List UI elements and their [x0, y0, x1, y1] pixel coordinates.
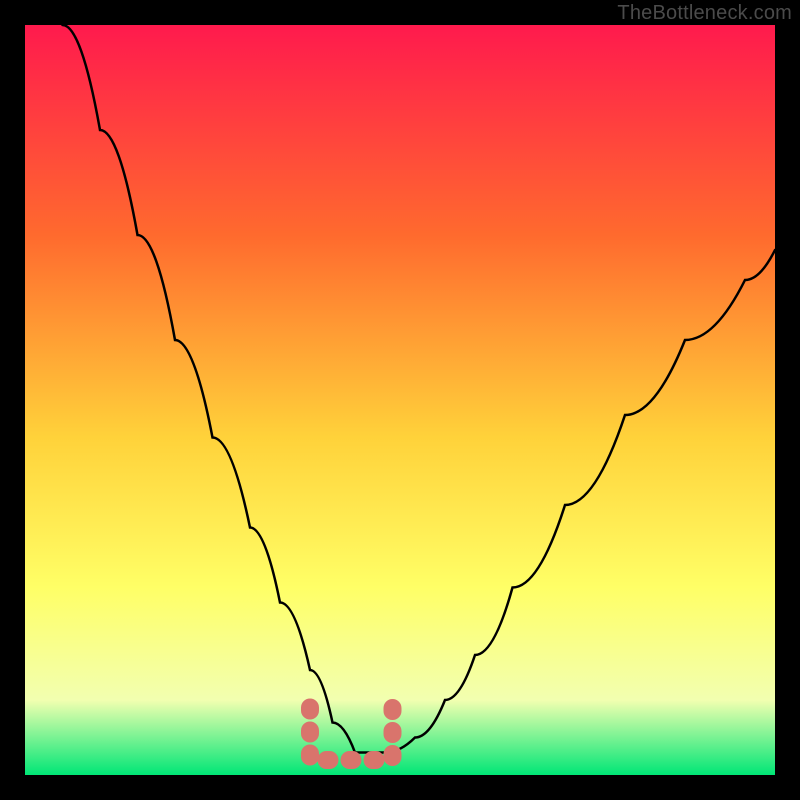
bottleneck-chart — [25, 25, 775, 775]
chart-frame: TheBottleneck.com — [0, 0, 800, 800]
attribution-text: TheBottleneck.com — [617, 2, 792, 25]
plot-area — [25, 25, 775, 775]
gradient-background — [25, 25, 775, 775]
